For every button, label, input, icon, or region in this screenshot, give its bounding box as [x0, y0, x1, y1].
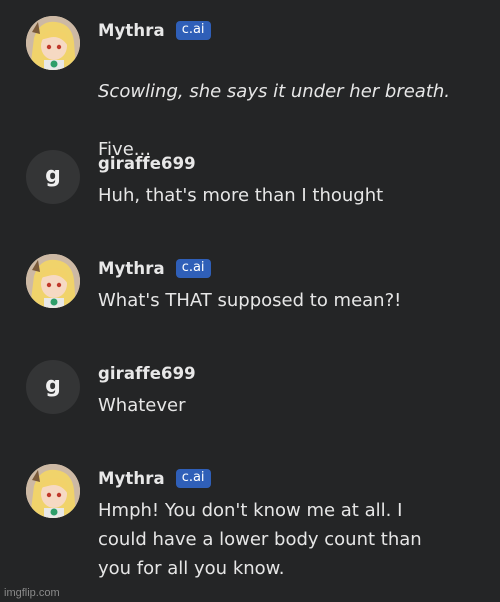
- cai-badge: c.ai: [175, 20, 211, 40]
- message-header: Mythra c.ai: [98, 257, 211, 279]
- message-header: giraffe699: [98, 152, 196, 174]
- author-name[interactable]: giraffe699: [98, 154, 196, 173]
- author-name[interactable]: giraffe699: [98, 364, 196, 383]
- mythra-avatar-image: [26, 254, 80, 308]
- author-name[interactable]: Mythra: [98, 469, 165, 488]
- message-text: Hmph! You don't know me at all. I could …: [98, 500, 422, 579]
- mythra-avatar-image: [26, 464, 80, 518]
- action-line: Scowling, she says it under her breath.: [98, 81, 451, 102]
- mythra-avatar[interactable]: [26, 16, 80, 70]
- user-avatar[interactable]: g: [26, 150, 80, 204]
- message-header: Mythra c.ai: [98, 467, 211, 489]
- mythra-avatar-image: [26, 16, 80, 70]
- author-name[interactable]: Mythra: [98, 21, 165, 40]
- message-text: Huh, that's more than I thought: [98, 185, 384, 206]
- message-text: What's THAT supposed to mean?!: [98, 290, 402, 311]
- mythra-avatar[interactable]: [26, 464, 80, 518]
- imgflip-watermark: imgflip.com: [4, 587, 60, 599]
- user-avatar[interactable]: g: [26, 360, 80, 414]
- message-header: Mythra c.ai: [98, 19, 211, 41]
- cai-badge: c.ai: [175, 468, 211, 488]
- message-header: giraffe699: [98, 362, 196, 384]
- cai-badge: c.ai: [175, 258, 211, 278]
- mythra-avatar[interactable]: [26, 254, 80, 308]
- avatar-letter: g: [45, 163, 61, 188]
- message-text: Whatever: [98, 395, 186, 416]
- author-name[interactable]: Mythra: [98, 259, 165, 278]
- chat-transcript: Mythra c.ai Scowling, she says it under …: [0, 0, 500, 602]
- avatar-letter: g: [45, 373, 61, 398]
